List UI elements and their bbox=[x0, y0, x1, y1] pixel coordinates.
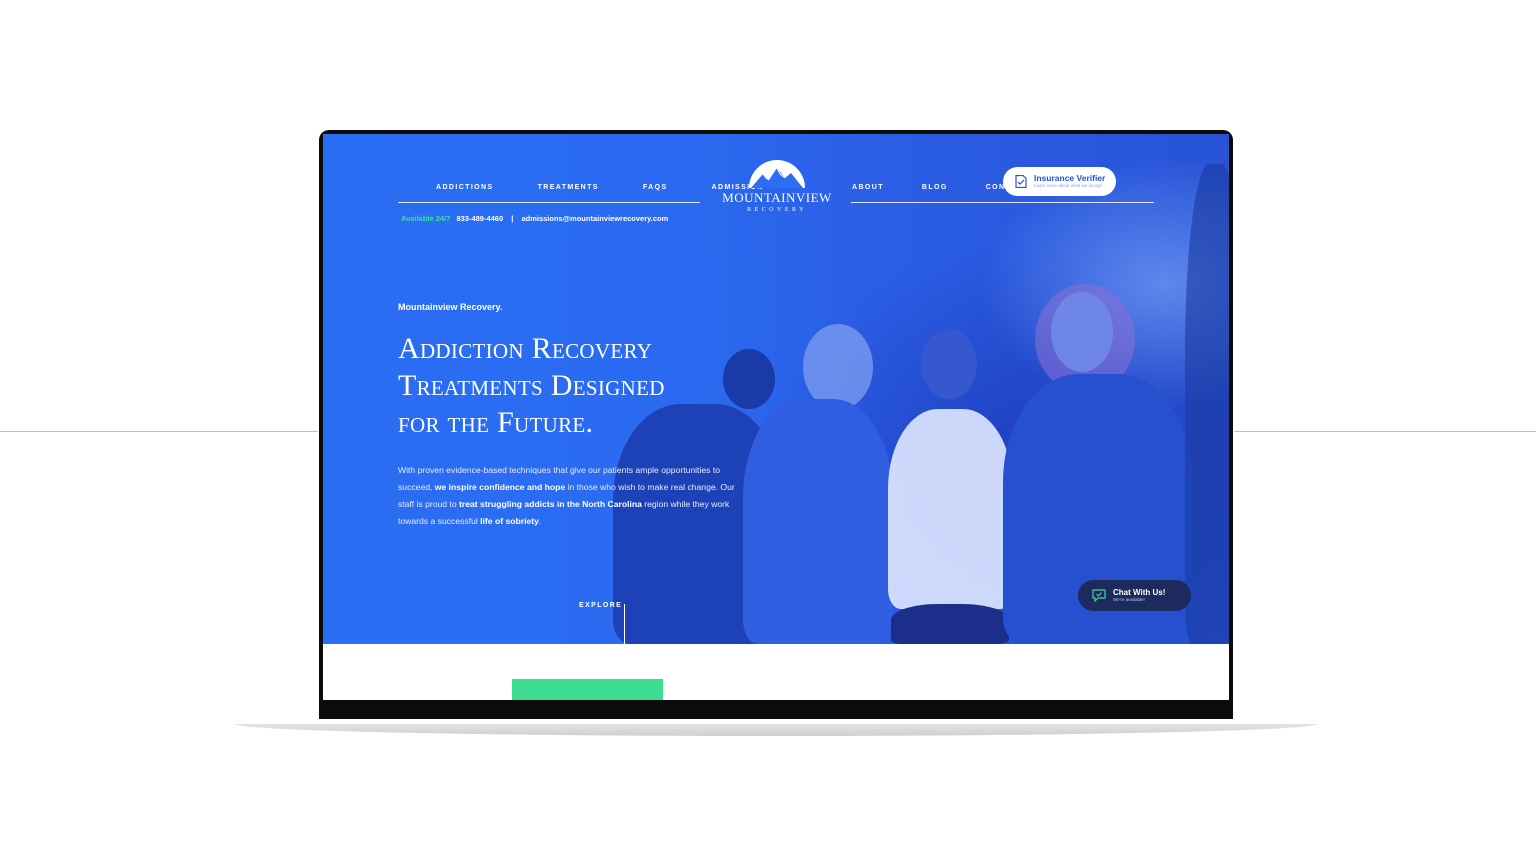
insurance-verifier-button[interactable]: Insurance Verifier Learn more about what… bbox=[1003, 167, 1116, 196]
nav-link-faqs[interactable]: FAQS bbox=[643, 184, 668, 191]
hero-eyebrow: Mountainview Recovery. bbox=[398, 302, 503, 312]
email-link[interactable]: admissions@mountainviewrecovery.com bbox=[521, 214, 668, 223]
explore-link[interactable]: EXPLORE bbox=[579, 602, 622, 609]
hero-description: With proven evidence-based techniques th… bbox=[398, 462, 743, 530]
laptop-screen: ADDICTIONS TREATMENTS FAQS ADMISSION MOU… bbox=[323, 134, 1229, 700]
insurance-verifier-subtitle: Learn more about what we accept bbox=[1034, 183, 1102, 188]
chat-widget-button[interactable]: Chat With Us! We're available! bbox=[1078, 580, 1191, 611]
phone-link[interactable]: 833-489-4460 bbox=[456, 214, 503, 223]
divider-left bbox=[0, 431, 318, 432]
availability-label: Available 24/7 bbox=[401, 214, 451, 223]
explore-scroll-line bbox=[624, 604, 625, 644]
nav-underline-left bbox=[398, 202, 700, 203]
contact-bar: Available 24/7 833-489-4460 | admissions… bbox=[401, 214, 668, 223]
headline-line-2: Treatments Designed bbox=[398, 369, 665, 402]
desc-bold-1: we inspire confidence and hope bbox=[434, 482, 566, 492]
hero-section: ADDICTIONS TREATMENTS FAQS ADMISSION MOU… bbox=[323, 134, 1229, 644]
desc-bold-2: treat struggling addicts in the North Ca… bbox=[459, 499, 642, 509]
divider-right bbox=[1234, 431, 1536, 432]
desc-text-4: . bbox=[538, 516, 542, 526]
insurance-verifier-title: Insurance Verifier bbox=[1034, 173, 1106, 183]
logo-name: MOUNTAINVIEW bbox=[722, 190, 832, 205]
nav-link-about[interactable]: ABOUT bbox=[852, 184, 884, 191]
hero-headline: Addiction Recovery Treatments Designed f… bbox=[398, 330, 798, 441]
headline-line-1: Addiction Recovery bbox=[398, 332, 653, 365]
headline-line-3: for the Future. bbox=[398, 406, 594, 439]
contact-separator: | bbox=[511, 214, 514, 223]
nav-link-addictions[interactable]: ADDICTIONS bbox=[436, 184, 494, 191]
desc-bold-3: life of sobriety bbox=[480, 516, 539, 526]
chat-subtitle: We're available! bbox=[1113, 597, 1145, 602]
site-logo[interactable]: MOUNTAINVIEW RECOVERY bbox=[721, 154, 833, 213]
nav-underline-right bbox=[851, 202, 1154, 203]
nav-link-blog[interactable]: BLOG bbox=[922, 184, 948, 191]
laptop-base bbox=[235, 724, 1317, 736]
chat-title: Chat With Us! bbox=[1113, 588, 1166, 597]
cta-green-block[interactable] bbox=[512, 679, 663, 700]
mountain-icon bbox=[749, 160, 805, 188]
chat-bubble-icon bbox=[1092, 589, 1106, 602]
nav-link-treatments[interactable]: TREATMENTS bbox=[538, 184, 599, 191]
document-icon bbox=[1015, 175, 1027, 188]
logo-tagline: RECOVERY bbox=[746, 207, 807, 213]
